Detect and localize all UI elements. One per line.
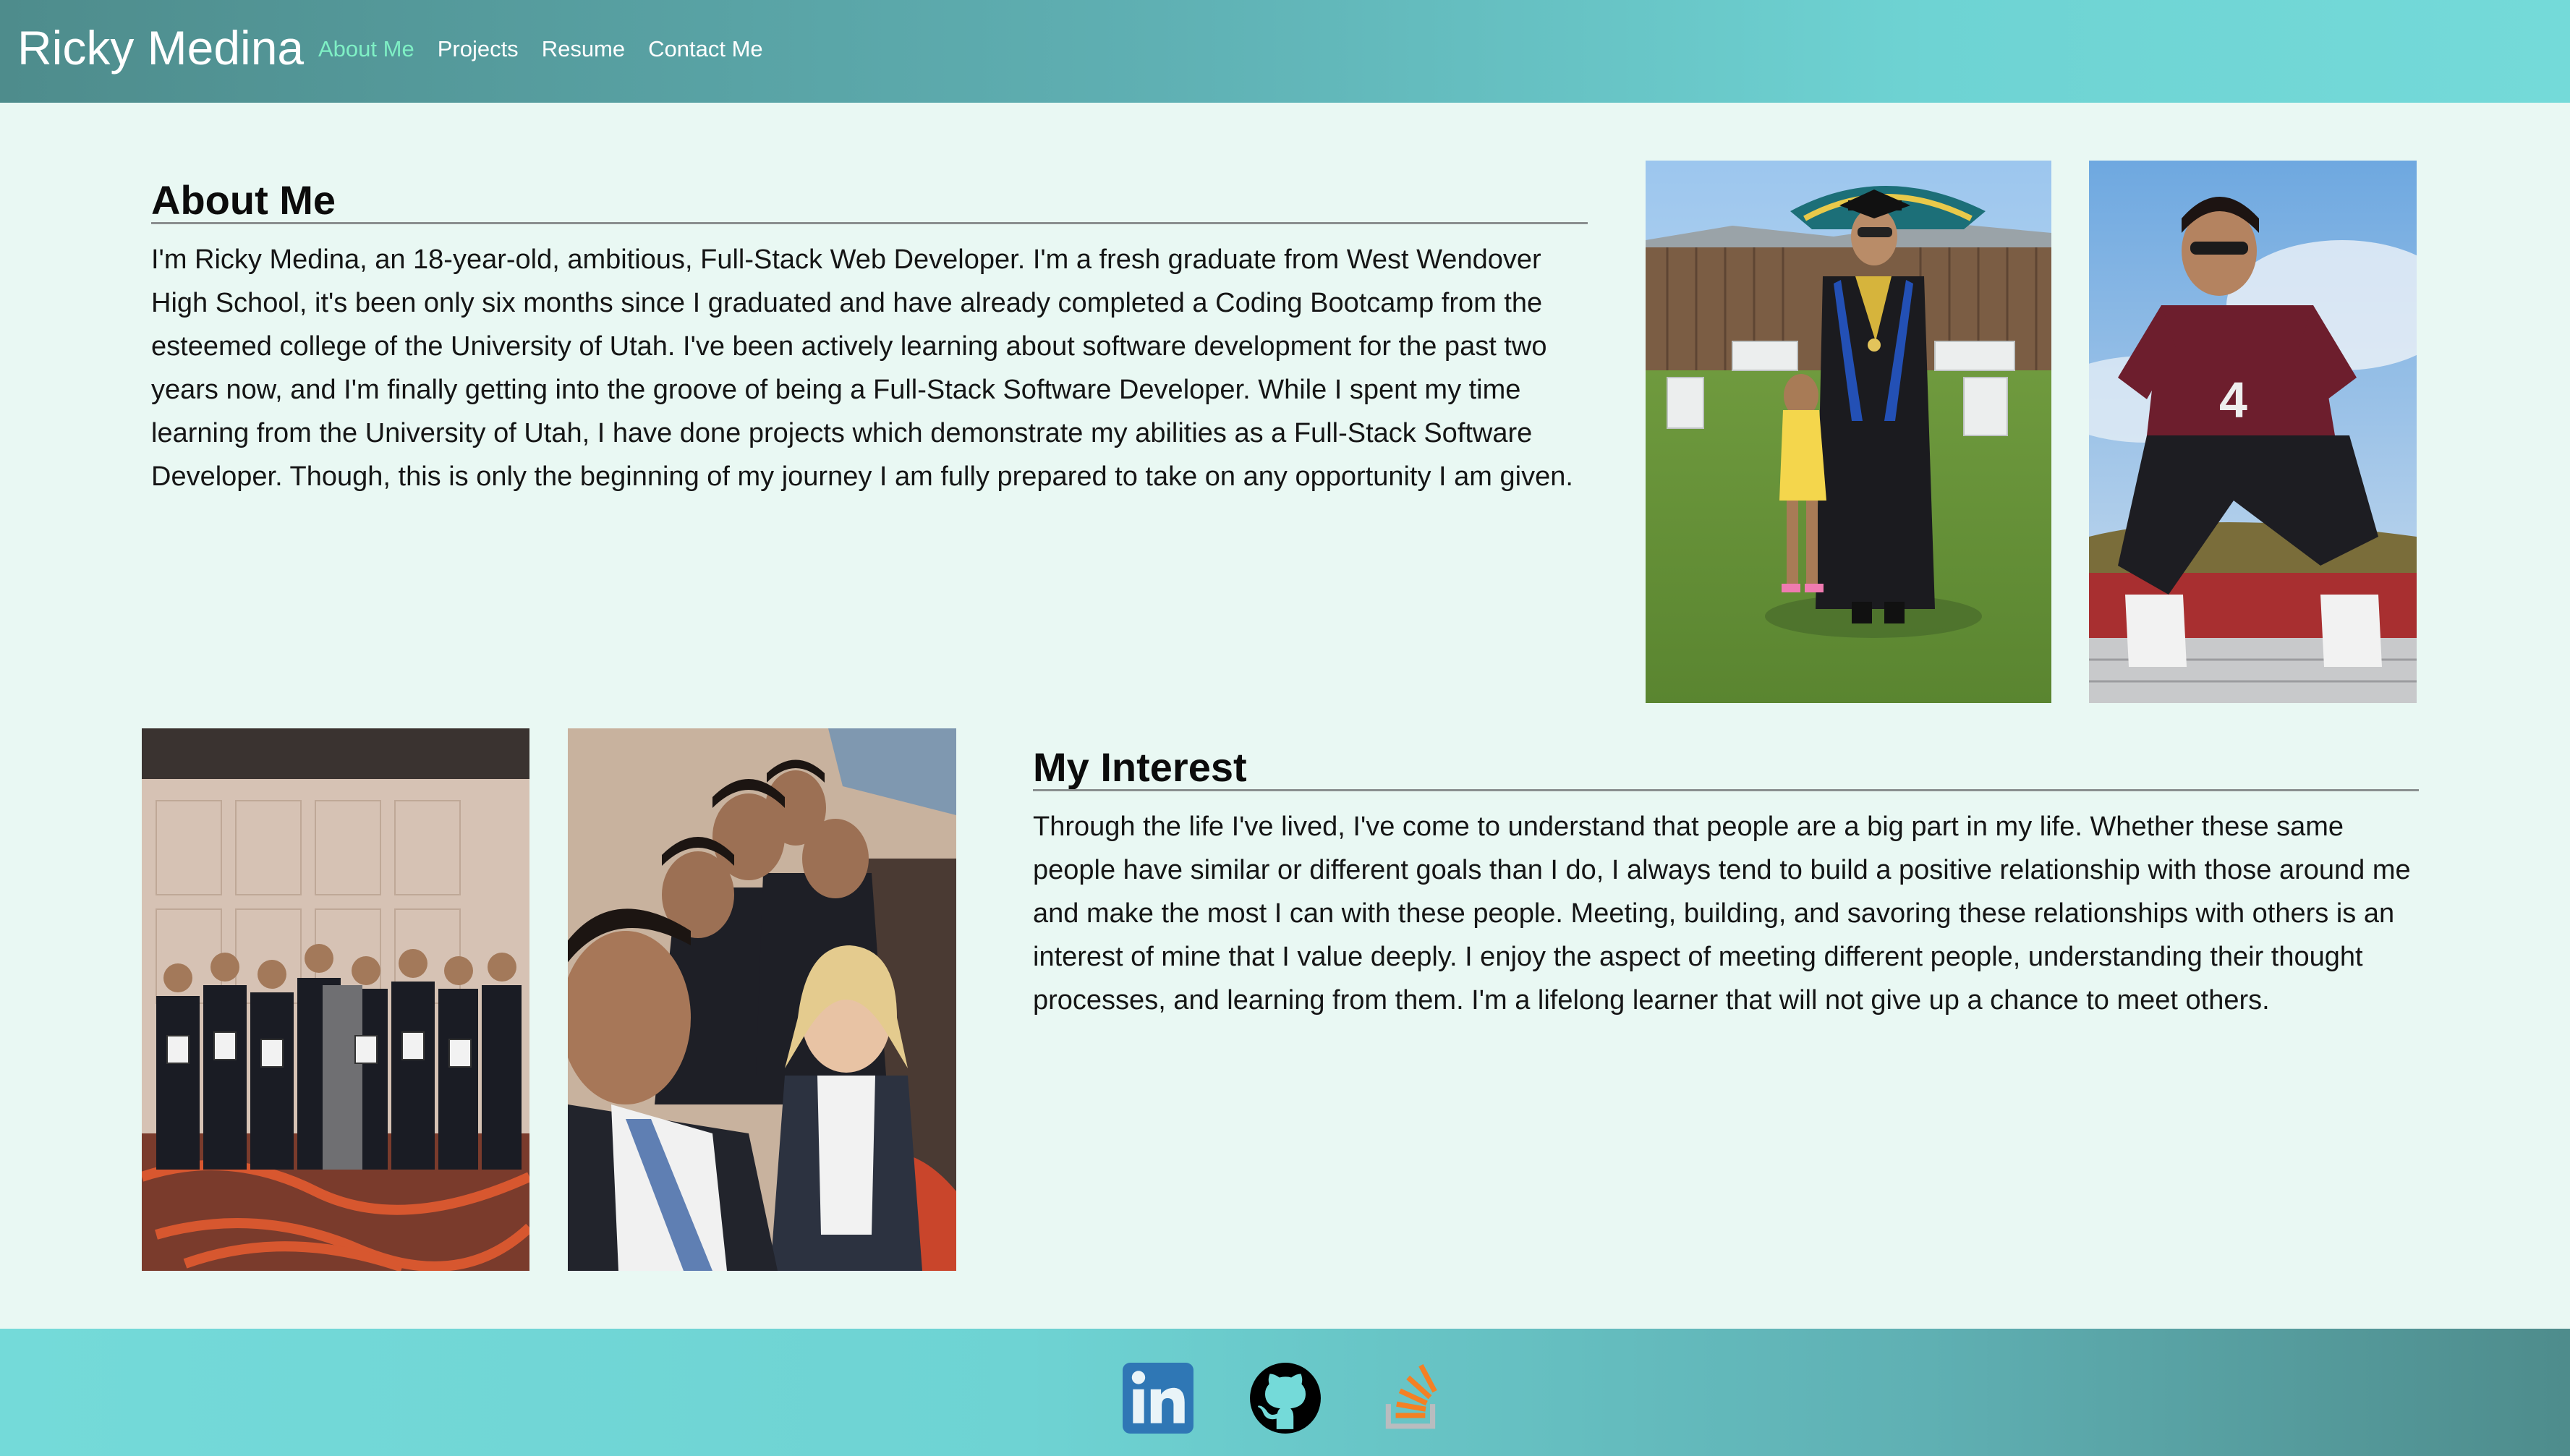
nav-projects[interactable]: Projects	[438, 36, 519, 62]
stackoverflow-icon	[1375, 1361, 1449, 1435]
nav-about-me[interactable]: About Me	[318, 36, 414, 62]
site-brand[interactable]: Ricky Medina	[17, 20, 304, 75]
about-title: About Me	[151, 177, 336, 223]
group-award-photo	[142, 728, 529, 1271]
soccer-jersey-photo: 4	[2089, 161, 2417, 703]
stackoverflow-link[interactable]	[1375, 1361, 1449, 1435]
github-icon	[1248, 1361, 1322, 1435]
nav-resume[interactable]: Resume	[542, 36, 625, 62]
site-header: Ricky Medina About Me Projects Resume Co…	[0, 0, 2570, 103]
interest-paragraph: Through the life I've lived, I've come t…	[1033, 812, 2411, 1016]
github-link[interactable]	[1248, 1361, 1322, 1435]
linkedin-link[interactable]	[1121, 1361, 1195, 1435]
site-footer	[0, 1329, 2570, 1456]
about-paragraph: I'm Ricky Medina, an 18-year-old, ambiti…	[151, 244, 1573, 492]
main-nav: About Me Projects Resume Contact Me	[318, 36, 763, 62]
about-divider	[151, 222, 1588, 224]
linkedin-icon	[1121, 1361, 1195, 1435]
svg-text:4: 4	[2219, 372, 2247, 428]
nav-contact-me[interactable]: Contact Me	[648, 36, 763, 62]
graduation-photo	[1646, 161, 2051, 703]
group-selfie-photo	[568, 728, 956, 1271]
interest-title: My Interest	[1033, 744, 1247, 790]
interest-divider	[1033, 789, 2419, 791]
